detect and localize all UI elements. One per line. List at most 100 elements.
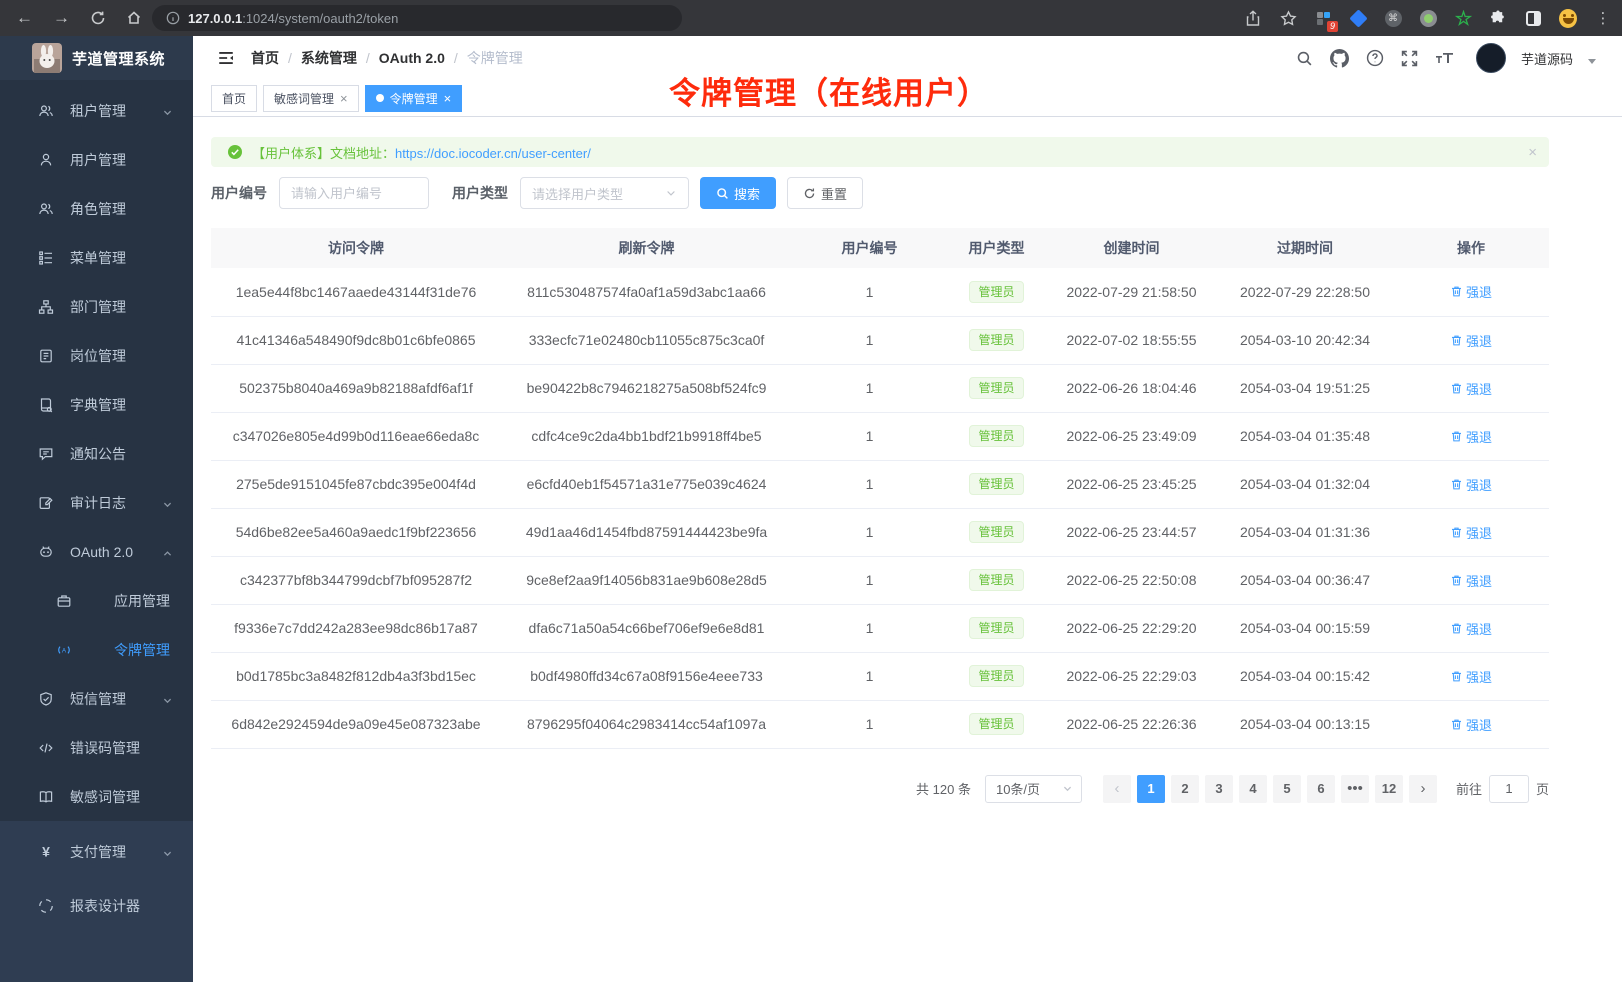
sidebar-item-tenant[interactable]: 租户管理 <box>0 86 193 135</box>
table-row: 6d842e2924594de9a09e45e087323abe8796295f… <box>211 700 1549 748</box>
puzzle-extensions-icon[interactable] <box>1489 9 1507 27</box>
edit-note-icon <box>38 495 54 511</box>
page-button-12[interactable]: 12 <box>1375 775 1403 803</box>
page-button-4[interactable]: 4 <box>1239 775 1267 803</box>
sidebar-item-audit-log[interactable]: 审计日志 <box>0 478 193 527</box>
tab-敏感词管理[interactable]: 敏感词管理× <box>263 85 359 112</box>
robot-icon <box>38 544 54 560</box>
revoke-button[interactable]: 强退 <box>1450 331 1492 350</box>
sidebar-item-report-designer[interactable]: 报表设计器 <box>0 879 193 933</box>
access-token-cell: c342377bf8b344799dcbf7bf095287f2 <box>211 556 501 604</box>
prev-page-button[interactable]: ‹ <box>1103 775 1131 803</box>
sidebar-item-oauth2[interactable]: OAuth 2.0 <box>0 527 193 576</box>
gem-extension-icon[interactable] <box>1349 9 1367 27</box>
sidebar-item-post[interactable]: 岗位管理 <box>0 331 193 380</box>
content: 首页/系统管理/OAuth 2.0/令牌管理 <box>193 36 1622 982</box>
user-id-cell: 1 <box>792 460 947 508</box>
access-token-cell: 1ea5e44f8bc1467aaede43144f31de76 <box>211 268 501 316</box>
revoke-button[interactable]: 强退 <box>1450 523 1492 542</box>
tab-close-icon[interactable]: × <box>444 92 452 105</box>
user-type-select[interactable]: 请选择用户类型 <box>520 177 689 209</box>
user-id-label: 用户编号 <box>211 183 267 203</box>
browser-menu-icon[interactable]: ⋮ <box>1594 9 1612 27</box>
user-id-input[interactable] <box>279 177 429 209</box>
address-bar[interactable]: 127.0.0.1:1024/system/oauth2/token <box>152 5 682 31</box>
sidebar-item-sms[interactable]: 短信管理 <box>0 674 193 723</box>
sidebar-item-menu[interactable]: 菜单管理 <box>0 233 193 282</box>
sidebar-item-pay[interactable]: ¥支付管理 <box>0 825 193 879</box>
user-type-badge: 管理员 <box>969 665 1023 687</box>
recorder-extension-icon[interactable] <box>1419 9 1437 27</box>
breadcrumb-item[interactable]: 首页 <box>251 48 279 68</box>
bookmark-star-icon[interactable] <box>1279 9 1297 27</box>
page-button-3[interactable]: 3 <box>1205 775 1233 803</box>
profile-avatar-icon[interactable] <box>1559 9 1577 27</box>
green-star-extension-icon[interactable] <box>1454 9 1472 27</box>
share-icon[interactable] <box>1244 9 1262 27</box>
revoke-button[interactable]: 强退 <box>1450 667 1492 686</box>
revoke-button[interactable]: 强退 <box>1450 571 1492 590</box>
sidebar-item-notice[interactable]: 通知公告 <box>0 429 193 478</box>
create-time-cell: 2022-07-29 21:58:50 <box>1046 268 1217 316</box>
browser-back-icon[interactable]: ← <box>16 8 33 28</box>
total-count-label: 共 120 条 <box>916 779 971 798</box>
browser-forward-icon[interactable]: → <box>53 8 70 28</box>
app-logo[interactable]: 芋道管理系统 <box>0 36 193 80</box>
revoke-button[interactable]: 强退 <box>1450 427 1492 446</box>
sidebar-item-dept[interactable]: 部门管理 <box>0 282 193 331</box>
revoke-button[interactable]: 强退 <box>1450 282 1492 301</box>
extension-badge-icon[interactable]: 9 <box>1314 9 1332 27</box>
side-panel-icon[interactable] <box>1524 9 1542 27</box>
sidebar-item-error-code[interactable]: 错误码管理 <box>0 723 193 772</box>
users-icon <box>38 201 54 217</box>
page-button-5[interactable]: 5 <box>1273 775 1301 803</box>
browser-home-icon[interactable] <box>126 10 142 26</box>
revoke-button[interactable]: 强退 <box>1450 619 1492 638</box>
user-type-badge: 管理员 <box>969 329 1023 351</box>
page-size-select[interactable]: 10条/页 <box>985 775 1082 803</box>
command-extension-icon[interactable]: ⌘ <box>1384 9 1402 27</box>
page-button-6[interactable]: 6 <box>1307 775 1335 803</box>
sidebar-item-user[interactable]: 用户管理 <box>0 135 193 184</box>
github-icon[interactable] <box>1330 48 1350 68</box>
page-button-1[interactable]: 1 <box>1137 775 1165 803</box>
refresh-token-cell: 9ce8ef2aa9f14056b831ae9b608e28d5 <box>501 556 792 604</box>
browser-chrome: ← → 127.0.0.1:1024/system/oauth2/token <box>0 0 1622 36</box>
revoke-button[interactable]: 强退 <box>1450 715 1492 734</box>
help-icon[interactable] <box>1365 48 1385 68</box>
table-row: 502375b8040a469a9b82188afdf6af1fbe90422b… <box>211 364 1549 412</box>
sidebar-fold-icon[interactable] <box>217 49 235 67</box>
browser-reload-icon[interactable] <box>90 10 106 26</box>
create-time-cell: 2022-06-25 22:29:20 <box>1046 604 1217 652</box>
user-icon <box>38 152 54 168</box>
search-button[interactable]: 搜索 <box>700 177 776 209</box>
revoke-button[interactable]: 强退 <box>1450 379 1492 398</box>
reset-button[interactable]: 重置 <box>787 177 863 209</box>
tab-首页[interactable]: 首页 <box>211 85 257 112</box>
sidebar-item-role[interactable]: 角色管理 <box>0 184 193 233</box>
tab-close-icon[interactable]: × <box>340 92 348 105</box>
alert-close-icon[interactable]: × <box>1528 144 1537 161</box>
breadcrumb-item[interactable]: OAuth 2.0 <box>379 50 445 66</box>
tab-令牌管理[interactable]: 令牌管理× <box>365 85 463 112</box>
fullscreen-icon[interactable] <box>1400 48 1420 68</box>
font-size-icon[interactable] <box>1435 48 1455 68</box>
sidebar-item-oauth2-app[interactable]: 应用管理 <box>0 576 193 625</box>
site-info-icon[interactable] <box>166 11 180 25</box>
id-card-icon <box>38 348 54 364</box>
page-button-2[interactable]: 2 <box>1171 775 1199 803</box>
app-title: 芋道管理系统 <box>72 48 165 69</box>
user-avatar[interactable] <box>1476 43 1506 73</box>
username-label[interactable]: 芋道源码 <box>1521 49 1573 68</box>
breadcrumb-item[interactable]: 系统管理 <box>301 48 357 68</box>
doc-link[interactable]: https://doc.iocoder.cn/user-center/ <box>395 146 591 161</box>
sidebar-item-dict[interactable]: 字典管理 <box>0 380 193 429</box>
page-jump-input[interactable] <box>1489 775 1529 803</box>
sidebar-item-oauth2-token[interactable]: A令牌管理 <box>0 625 193 674</box>
user-menu-caret-icon[interactable] <box>1588 59 1596 64</box>
sidebar-item-sensitive-word[interactable]: 敏感词管理 <box>0 772 193 821</box>
next-page-button[interactable]: › <box>1409 775 1437 803</box>
search-icon[interactable] <box>1295 48 1315 68</box>
more-pages-button[interactable]: ••• <box>1341 775 1369 803</box>
revoke-button[interactable]: 强退 <box>1450 475 1492 494</box>
